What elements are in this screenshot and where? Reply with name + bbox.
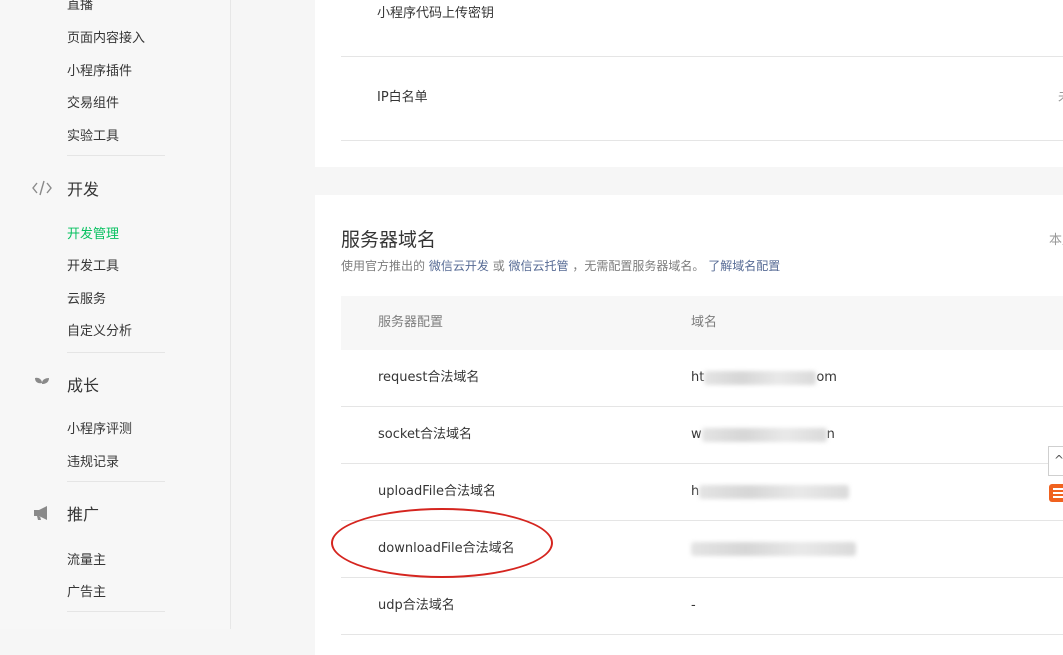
cloud-dev-link[interactable]: 微信云开发 [429,259,489,273]
upload-key-row: 小程序代码上传密钥 [341,0,1063,57]
sidebar-group-label: 成长 [67,376,100,395]
sidebar-item-experiment[interactable]: 实验工具 [67,125,119,144]
desc-prefix: 使用官方推出的 [341,259,426,273]
monthly-quota-text: 本月 [1048,233,1063,248]
annotation-ellipse [331,508,553,578]
domain-value [691,521,856,577]
sidebar-divider [67,611,165,612]
sidebar-divider [67,155,165,156]
domain-value: ht om [691,370,837,385]
ip-whitelist-label: IP白名单 [377,90,428,105]
sidebar-item-traffic[interactable]: 流量主 [67,549,106,568]
sidebar-item-dev-tools[interactable]: 开发工具 [67,255,119,274]
header-domain: 域名 [691,315,718,330]
megaphone-icon [32,503,52,523]
learn-domain-link[interactable]: 了解域名配置 [708,259,780,273]
domain-value: h [691,464,850,520]
config-label: udp合法域名 [378,598,455,613]
sidebar-item-cloud[interactable]: 云服务 [67,288,106,307]
header-config: 服务器配置 [378,315,444,330]
sidebar-divider [67,352,165,353]
sidebar-item-review[interactable]: 小程序评测 [67,418,132,437]
sidebar-item-analytics[interactable]: 自定义分析 [67,320,132,339]
desc-middle: ，无需配置服务器域名。 [572,259,705,273]
s-logo-icon[interactable] [1047,478,1063,508]
config-label: request合法域名 [378,370,480,385]
sidebar-item-advertiser[interactable]: 广告主 [67,581,106,600]
sidebar-item-violation[interactable]: 违规记录 [67,451,119,470]
table-row: request合法域名 ht om [341,350,1063,407]
cloud-host-link[interactable]: 微信云托管 [509,259,569,273]
sidebar: 直播 页面内容接入 小程序插件 交易组件 实验工具 开发 开发管理 开发工具 云… [0,0,231,629]
sidebar-group-growth[interactable]: 成长 [32,372,99,396]
sidebar-group-dev[interactable]: 开发 [32,176,99,200]
table-row: socket合法域名 wn [341,407,1063,464]
sidebar-divider [67,481,165,482]
sidebar-item-page-content[interactable]: 页面内容接入 [67,27,145,46]
dev-settings-card: 小程序代码上传密钥 IP白名单 未 [315,0,1063,167]
sidebar-item-plugin[interactable]: 小程序插件 [67,60,132,79]
table-row: udp合法域名 - [341,578,1063,635]
server-domain-card: 服务器域名 本月 使用官方推出的 微信云开发 或 微信云托管 ，无需配置服务器域… [315,195,1063,655]
sidebar-group-label: 开发 [67,180,100,199]
sprout-icon [32,374,52,394]
code-icon [32,178,52,198]
sidebar-item-dev-manage[interactable]: 开发管理 [67,223,119,242]
domain-value: wn [691,427,835,442]
config-label: socket合法域名 [378,427,473,442]
domain-value: - [691,598,696,613]
sidebar-group-promote[interactable]: 推广 [32,501,99,525]
sidebar-item-trade[interactable]: 交易组件 [67,92,119,111]
scroll-top-tab[interactable]: ^ [1048,446,1063,476]
domain-table: 服务器配置 域名 request合法域名 ht om socket合法域名 wn … [341,296,1063,635]
sidebar-group-label: 推广 [67,505,100,524]
table-header: 服务器配置 域名 [341,296,1063,350]
ip-whitelist-row: IP白名单 未 [341,56,1063,141]
section-title: 服务器域名 [341,229,437,251]
sidebar-item-live[interactable]: 直播 [67,0,93,13]
ip-whitelist-value: 未 [1058,56,1063,140]
section-description: 使用官方推出的 微信云开发 或 微信云托管 ，无需配置服务器域名。 了解域名配置 [341,257,780,274]
upload-key-label: 小程序代码上传密钥 [377,6,495,21]
desc-or: 或 [492,259,505,273]
